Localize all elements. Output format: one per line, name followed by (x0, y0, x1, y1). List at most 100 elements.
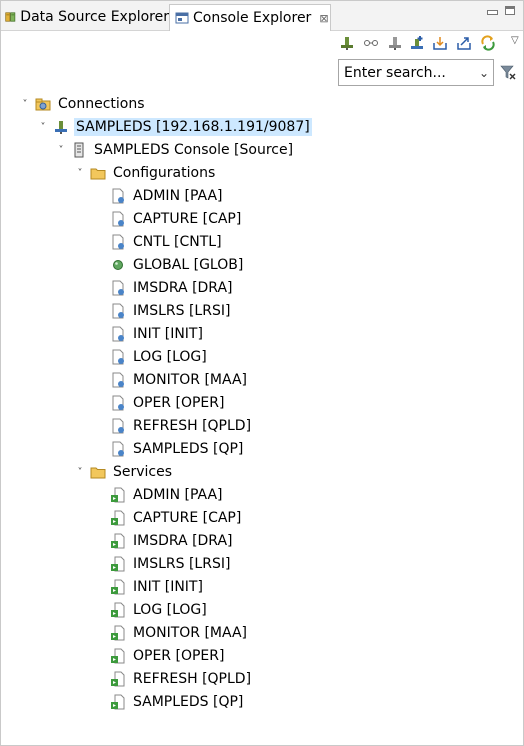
tree-item-label: MONITOR [MAA] (133, 372, 247, 388)
connections-icon (35, 98, 51, 111)
config-icon (112, 441, 124, 457)
tree-item-label: SAMPLEDS [QP] (133, 694, 244, 710)
config-icon (112, 234, 124, 250)
config-icon (112, 326, 124, 342)
tree-item-service[interactable]: REFRESH [QPLD] (92, 668, 253, 690)
service-icon (111, 694, 125, 710)
tree-item-service[interactable]: IMSLRS [LRSI] (92, 553, 232, 575)
tree-item-configuration[interactable]: ADMIN [PAA] (92, 185, 225, 207)
expand-toggle-icon[interactable]: ˅ (35, 122, 51, 133)
tree-item-label: LOG [LOG] (133, 602, 207, 618)
expand-toggle-icon[interactable]: ˅ (72, 467, 88, 478)
export-icon[interactable] (456, 35, 472, 51)
config-icon (112, 372, 124, 388)
tree-item-service[interactable]: OPER [OPER] (92, 645, 226, 667)
service-icon (111, 487, 125, 503)
add-connection-icon[interactable] (409, 35, 425, 51)
tree-item-label: MONITOR [MAA] (133, 625, 247, 641)
minimize-icon[interactable] (485, 5, 499, 19)
tree-item-label: ADMIN [PAA] (133, 188, 223, 204)
console-icon (74, 142, 84, 158)
tree-item-sampleds-console[interactable]: ˅ SAMPLEDS Console [Source] (53, 139, 295, 161)
tree-item-service[interactable]: MONITOR [MAA] (92, 622, 249, 644)
tree-item-configuration[interactable]: CAPTURE [CAP] (92, 208, 243, 230)
view-toolbar: ▽ (335, 32, 524, 54)
tree-item-label: IMSLRS [LRSI] (133, 303, 231, 319)
tree-item-service[interactable]: CAPTURE [CAP] (92, 507, 243, 529)
tree-item-service[interactable]: IMSDRA [DRA] (92, 530, 235, 552)
tree-item-label: REFRESH [QPLD] (133, 418, 252, 434)
tree-item-service[interactable]: SAMPLEDS [QP] (92, 691, 245, 713)
refresh-icon[interactable] (480, 35, 496, 51)
service-icon (111, 671, 125, 687)
tree-item-configuration[interactable]: REFRESH [QPLD] (92, 415, 253, 437)
tree-item-configuration[interactable]: IMSDRA [DRA] (92, 277, 235, 299)
service-icon (111, 602, 125, 618)
tree-item-label: SAMPLEDS [QP] (133, 441, 244, 457)
config-icon (112, 280, 124, 296)
tree-item-configuration[interactable]: MONITOR [MAA] (92, 369, 249, 391)
tree-item-label: IMSDRA [DRA] (133, 533, 233, 549)
tree-item-configuration[interactable]: CNTL [CNTL] (92, 231, 224, 253)
tree-item-configuration[interactable]: INIT [INIT] (92, 323, 205, 345)
tab-console-explorer[interactable]: Console Explorer ⊠ (169, 4, 331, 31)
tree-item-label: INIT [INIT] (133, 579, 203, 595)
service-icon (111, 533, 125, 549)
tree-item-label: SAMPLEDS [192.168.1.191/9087] (74, 118, 312, 136)
tree-item-service[interactable]: INIT [INIT] (92, 576, 205, 598)
tree-item-label: OPER [OPER] (133, 648, 225, 664)
tree-item-label: GLOBAL [GLOB] (133, 257, 244, 273)
expand-toggle-icon[interactable]: ˅ (53, 145, 69, 156)
chevron-down-icon[interactable]: ⌄ (475, 66, 493, 80)
tree-item-label: Configurations (113, 165, 216, 181)
search-input[interactable]: Enter search... ⌄ (338, 59, 494, 86)
tree-item-connections[interactable]: ˅ Connections (17, 93, 147, 115)
service-icon (111, 648, 125, 664)
tree-item-service[interactable]: ADMIN [PAA] (92, 484, 225, 506)
data-source-explorer-icon (5, 12, 16, 22)
tree-item-sampleds-host[interactable]: ˅ SAMPLEDS [192.168.1.191/9087] (35, 116, 312, 138)
tree-item-label: OPER [OPER] (133, 395, 225, 411)
search-text: Enter search... (344, 64, 446, 81)
link-icon[interactable] (363, 35, 379, 51)
clear-filter-icon[interactable] (500, 64, 516, 80)
server-icon (55, 121, 67, 134)
tree-item-label: REFRESH [QPLD] (133, 671, 252, 687)
config-icon (112, 188, 124, 204)
tree-item-label: CAPTURE [CAP] (133, 211, 242, 227)
expand-toggle-icon[interactable]: ˅ (72, 168, 88, 179)
tree-item-configuration[interactable]: OPER [OPER] (92, 392, 226, 414)
config-icon (112, 418, 124, 434)
config-icon (112, 349, 124, 365)
tree-item-label: CNTL [CNTL] (133, 234, 222, 250)
tab-data-source-explorer[interactable]: Data Source Explorer (1, 4, 169, 30)
tree-item-configurations[interactable]: ˅ Configurations (72, 162, 217, 184)
disconnect-icon[interactable] (387, 35, 403, 51)
tree-item-configuration[interactable]: IMSLRS [LRSI] (92, 300, 232, 322)
config-icon (112, 211, 124, 227)
tree-item-label: SAMPLEDS Console [Source] (94, 142, 294, 158)
tree-item-label: INIT [INIT] (133, 326, 203, 342)
tree-item-label: Connections (58, 96, 145, 112)
import-icon[interactable] (432, 35, 448, 51)
maximize-icon[interactable] (504, 5, 518, 19)
tree-item-configuration[interactable]: GLOBAL [GLOB] (92, 254, 245, 276)
tree-item-configuration[interactable]: SAMPLEDS [QP] (92, 438, 245, 460)
console-explorer-view: Data Source Explorer Console Explorer ⊠ (0, 0, 524, 746)
tree-item-label: CAPTURE [CAP] (133, 510, 242, 526)
tab-label: Data Source Explorer (20, 9, 169, 25)
close-icon[interactable]: ⊠ (319, 12, 328, 25)
connect-icon[interactable] (339, 35, 355, 51)
view-menu-icon[interactable]: ▽ (511, 35, 519, 46)
console-explorer-icon (175, 12, 189, 24)
service-icon (111, 625, 125, 641)
tree-item-label: ADMIN [PAA] (133, 487, 223, 503)
expand-toggle-icon[interactable]: ˅ (17, 99, 33, 110)
tree-item-label: IMSDRA [DRA] (133, 280, 233, 296)
tree-item-services[interactable]: ˅ Services (72, 461, 174, 483)
tree-item-service[interactable]: LOG [LOG] (92, 599, 209, 621)
tree-item-configuration[interactable]: LOG [LOG] (92, 346, 209, 368)
tree-item-label: IMSLRS [LRSI] (133, 556, 231, 572)
service-icon (111, 556, 125, 572)
service-icon (111, 579, 125, 595)
